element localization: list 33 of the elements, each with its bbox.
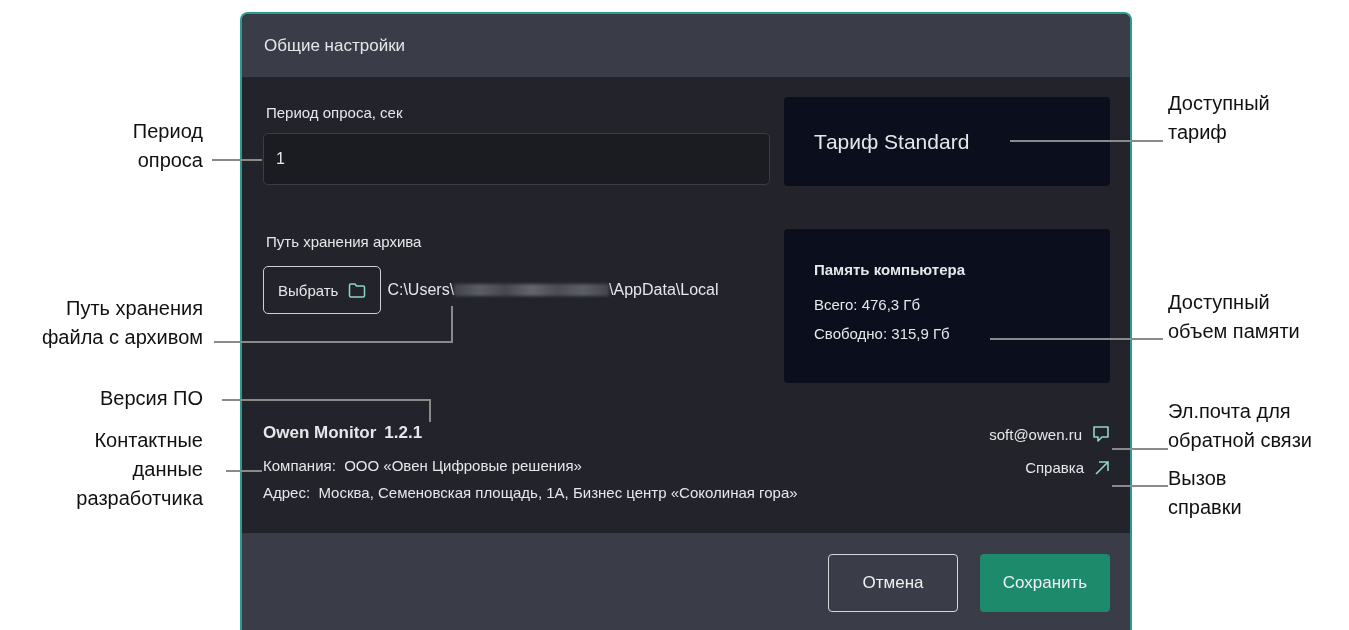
dialog-title: Общие настройки [264,35,406,56]
leader-line [1111,485,1169,487]
field-label: Путь хранения архива [266,233,422,250]
callout-label: Версия ПО [99,386,203,411]
callout-label: Путь хранения файла с архивом [41,296,203,350]
callout-label: Контактные данные разработчика [76,428,203,511]
archive-path: C:\Users\ \AppData\Local [387,281,719,299]
leader-line [1111,448,1169,450]
leader-line [211,159,263,161]
address-text: Адрес: Москва, Семеновская площадь, 1А, Бизнес центр «Соколиная гора» [263,484,798,501]
callout-label: Доступный объем памяти [1168,290,1300,344]
arrow-up-right-icon [1094,459,1110,476]
save-button[interactable]: Сохранить [980,554,1110,612]
memory-free: Свободно: 315,9 Гб [814,325,950,342]
callout-label: Эл.почта для обратной связи [1168,399,1312,453]
company-text: Компания: ООО «Овен Цифровые решения» [263,457,583,474]
product-name: Owen Monitor [263,423,377,443]
leader-line [225,470,263,472]
email-link[interactable]: soft@owen.ru [989,425,1110,443]
callout-label: Доступный тариф [1168,91,1270,145]
version-number: 1.2.1 [384,423,423,443]
cancel-button[interactable]: Отмена [828,554,958,612]
memory-total: Всего: 476,3 Гб [814,296,921,313]
choose-button[interactable]: Выбрать [263,266,382,314]
folder-icon [348,282,367,298]
tariff-name: Тариф Standard [814,129,970,154]
callout-label: Период опроса [132,119,203,173]
chat-icon [1092,425,1110,443]
help-link[interactable]: Справка [1025,459,1110,476]
field-label: Период опроса, сек [266,104,403,121]
callout-label: Вызов справки [1168,466,1242,520]
poll-period-field[interactable]: 1 [263,133,770,185]
memory-title: Память компьютера [814,261,965,278]
